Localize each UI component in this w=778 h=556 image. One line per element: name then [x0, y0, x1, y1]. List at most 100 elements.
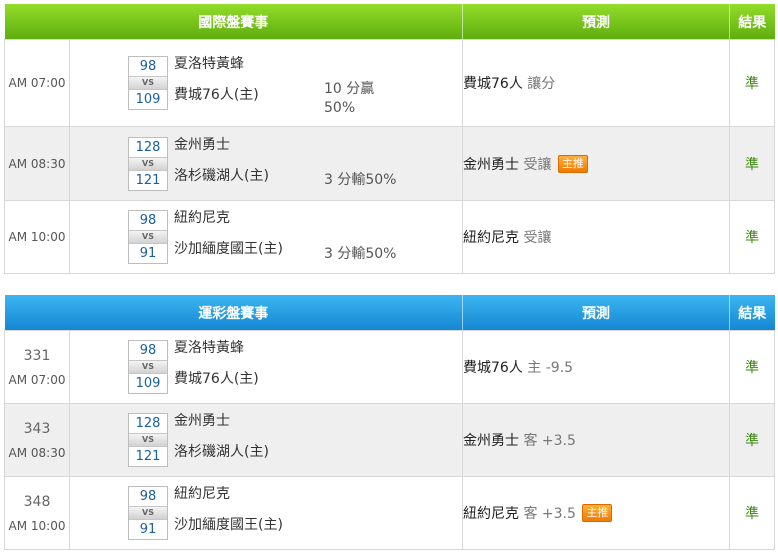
- lottery-header-row: 運彩盤賽事 預測 結果: [4, 295, 775, 331]
- home-score: 91: [139, 522, 157, 537]
- featured-pick-badge: 主推: [582, 504, 613, 522]
- lottery-result-header: 結果: [729, 295, 775, 331]
- away-team: 夏洛特黃蜂: [174, 56, 244, 72]
- teams: 夏洛特黃蜂 費城76人(主): [174, 339, 259, 388]
- away-score: 98: [139, 343, 157, 358]
- vs-label: VS: [129, 433, 167, 447]
- pred-team: 費城76人: [463, 76, 523, 92]
- lottery-row: 331 AM 07:00 98 VS 109 夏洛特黃蜂 費城76人(主) 費城…: [4, 330, 775, 404]
- pred-team: 紐約尼克: [463, 506, 519, 522]
- game-time: AM 10:00: [8, 518, 66, 533]
- match-cell: 128 VS 121 金州勇士 洛杉磯湖人(主) 3 分輸50%: [69, 126, 463, 201]
- result-cell: 準: [729, 476, 775, 550]
- lottery-schedule-table: 運彩盤賽事 預測 結果 331 AM 07:00 98 VS 109 夏洛特黃蜂…: [4, 295, 775, 550]
- home-score: 121: [135, 449, 161, 464]
- home-score: 91: [139, 246, 157, 261]
- intl-row: AM 08:30 128 VS 121 金州勇士 洛杉磯湖人(主) 3 分輸50…: [4, 126, 775, 201]
- away-score: 98: [139, 213, 157, 228]
- game-time: AM 07:00: [8, 372, 66, 387]
- pred-team: 金州勇士: [463, 156, 519, 173]
- home-team: 洛杉磯湖人(主): [174, 444, 269, 460]
- home-score: 109: [135, 376, 161, 391]
- home-team: 費城76人(主): [174, 371, 259, 387]
- vs-label: VS: [129, 76, 167, 90]
- away-score: 98: [139, 489, 157, 504]
- score-box: 98 VS 91: [128, 210, 168, 264]
- prediction-cell: 紐約尼克 受讓: [462, 200, 730, 274]
- game-time-cell: 331 AM 07:00: [4, 330, 70, 404]
- score-box: 98 VS 109: [128, 340, 168, 394]
- intl-row: AM 07:00 98 VS 109 夏洛特黃蜂 費城76人(主) 10 分贏 …: [4, 39, 775, 127]
- intl-schedule-table: 國際盤賽事 預測 結果 AM 07:00 98 VS 109 夏洛特黃蜂 費城7…: [4, 4, 775, 274]
- game-time: AM 08:30: [4, 126, 70, 201]
- handicap-line: 10 分贏: [324, 81, 375, 97]
- game-time-cell: 348 AM 10:00: [4, 476, 70, 550]
- away-score: 128: [135, 416, 161, 431]
- match-cell: 98 VS 109 夏洛特黃蜂 費城76人(主) 10 分贏 50%: [69, 39, 463, 127]
- vs-label: VS: [129, 506, 167, 520]
- teams: 紐約尼克 沙加緬度國王(主): [174, 209, 283, 258]
- teams: 紐約尼克 沙加緬度國王(主): [174, 485, 283, 534]
- intl-result-header: 結果: [729, 4, 775, 40]
- game-time-cell: 343 AM 08:30: [4, 403, 70, 477]
- game-number: 343: [23, 420, 51, 437]
- handicap-line: 3 分輸50%: [324, 172, 397, 188]
- game-time: AM 10:00: [4, 200, 70, 274]
- pred-text: 受讓: [523, 156, 552, 173]
- match-cell: 98 VS 109 夏洛特黃蜂 費城76人(主): [69, 330, 463, 404]
- prediction-cell: 金州勇士 受讓 主推: [462, 126, 730, 201]
- home-score: 121: [135, 172, 161, 188]
- prediction-cell: 費城76人 主 -9.5: [462, 330, 730, 404]
- game-time: AM 07:00: [4, 39, 70, 127]
- lottery-match-header: 運彩盤賽事: [4, 295, 463, 331]
- pred-text: 主 -9.5: [527, 360, 574, 376]
- lottery-pred-header: 預測: [462, 295, 730, 331]
- away-score: 128: [135, 139, 161, 155]
- pred-team: 金州勇士: [463, 433, 519, 449]
- prediction-cell: 金州勇士 客 +3.5: [462, 403, 730, 477]
- pred-text: 客 +3.5: [523, 506, 576, 522]
- score-box: 128 VS 121: [128, 413, 168, 467]
- lottery-row: 348 AM 10:00 98 VS 91 紐約尼克 沙加緬度國王(主) 紐約尼…: [4, 476, 775, 550]
- handicap-percent: 50%: [324, 100, 356, 116]
- intl-row: AM 10:00 98 VS 91 紐約尼克 沙加緬度國王(主) 3 分輸50%…: [4, 200, 775, 274]
- home-team: 沙加緬度國王(主): [174, 241, 283, 257]
- away-team: 夏洛特黃蜂: [174, 340, 244, 356]
- away-team: 金州勇士: [174, 136, 230, 153]
- match-cell: 98 VS 91 紐約尼克 沙加緬度國王(主): [69, 476, 463, 550]
- result-cell: 準: [729, 330, 775, 404]
- lottery-row: 343 AM 08:30 128 VS 121 金州勇士 洛杉磯湖人(主) 金州…: [4, 403, 775, 477]
- handicap-line: 3 分輸50%: [324, 246, 397, 262]
- pred-team: 紐約尼克: [463, 230, 519, 246]
- away-team: 紐約尼克: [174, 486, 230, 502]
- vs-label: VS: [129, 156, 167, 171]
- intl-header-row: 國際盤賽事 預測 結果: [4, 4, 775, 40]
- teams: 金州勇士 洛杉磯湖人(主): [174, 136, 269, 185]
- home-team: 費城76人(主): [174, 87, 259, 103]
- pred-text: 讓分: [527, 76, 556, 92]
- match-cell: 128 VS 121 金州勇士 洛杉磯湖人(主): [69, 403, 463, 477]
- match-cell: 98 VS 91 紐約尼克 沙加緬度國王(主) 3 分輸50%: [69, 200, 463, 274]
- score-box: 98 VS 109: [128, 56, 168, 110]
- pred-text: 客 +3.5: [523, 433, 576, 449]
- home-score: 109: [135, 92, 161, 107]
- result-cell: 準: [729, 403, 775, 477]
- away-team: 金州勇士: [174, 413, 230, 429]
- teams: 金州勇士 洛杉磯湖人(主): [174, 412, 269, 461]
- teams: 夏洛特黃蜂 費城76人(主): [174, 55, 259, 104]
- home-team: 洛杉磯湖人(主): [174, 167, 269, 184]
- result-cell: 準: [729, 39, 775, 127]
- intl-match-header: 國際盤賽事: [4, 4, 463, 40]
- result-cell: 準: [729, 200, 775, 274]
- featured-pick-badge: 主推: [557, 154, 588, 173]
- vs-label: VS: [129, 360, 167, 374]
- intl-pred-header: 預測: [462, 4, 730, 40]
- score-box: 98 VS 91: [128, 486, 168, 540]
- game-number: 348: [23, 493, 51, 510]
- home-team: 沙加緬度國王(主): [174, 517, 283, 533]
- away-score: 98: [139, 59, 157, 74]
- result-cell: 準: [729, 126, 775, 201]
- game-number: 331: [23, 347, 51, 364]
- vs-label: VS: [129, 230, 167, 244]
- score-box: 128 VS 121: [128, 136, 168, 191]
